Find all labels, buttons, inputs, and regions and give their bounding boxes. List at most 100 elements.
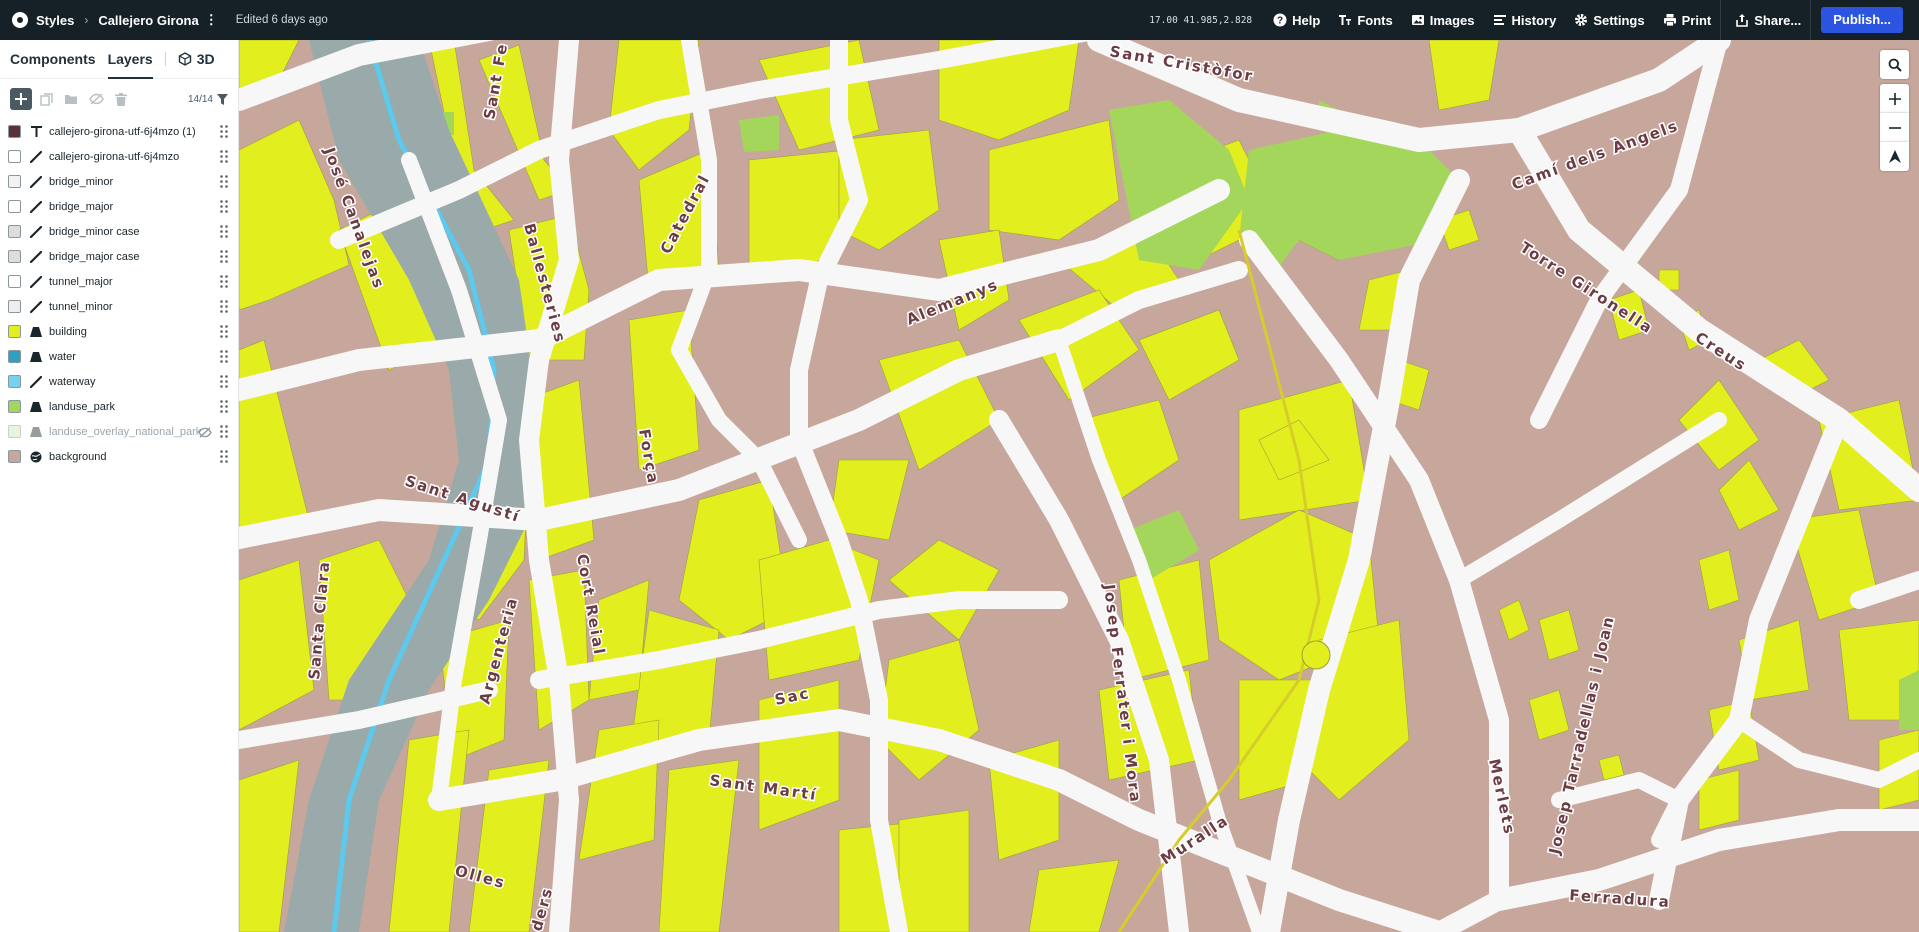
drag-handle-icon[interactable]: [220, 175, 228, 188]
history-label: History: [1511, 12, 1557, 28]
duplicate-layer-button[interactable]: [35, 88, 57, 110]
fill-layer-icon: [29, 350, 43, 364]
layer-row[interactable]: tunnel_major: [0, 269, 238, 294]
print-label: Print: [1681, 12, 1712, 28]
drag-handle-icon[interactable]: [220, 300, 228, 313]
cube-icon: [178, 52, 191, 66]
drag-handle-icon[interactable]: [220, 425, 228, 438]
plus-icon: [15, 93, 27, 105]
zoom-in-button[interactable]: [1880, 84, 1909, 113]
print-button[interactable]: Print: [1654, 0, 1721, 40]
help-button[interactable]: ? Help: [1264, 0, 1329, 40]
top-bar: Styles › Callejero Girona ⋮ Edited 6 day…: [0, 0, 1919, 40]
filter-icon[interactable]: [217, 93, 228, 105]
drag-handle-icon[interactable]: [220, 250, 228, 263]
publish-button[interactable]: Publish...: [1821, 7, 1903, 33]
layer-count-value: 14/14: [187, 93, 213, 105]
line-layer-icon: [29, 300, 43, 314]
tower-marker: [1301, 640, 1331, 670]
drag-handle-icon[interactable]: [220, 325, 228, 338]
drag-handle-icon[interactable]: [220, 350, 228, 363]
settings-button[interactable]: Settings: [1565, 0, 1653, 40]
line-layer-icon: [29, 175, 43, 189]
layer-row[interactable]: landuse_overlay_national_park: [0, 419, 238, 444]
layer-row[interactable]: background: [0, 444, 238, 469]
breadcrumb-style-name[interactable]: Callejero Girona: [98, 13, 198, 28]
share-icon: [1736, 14, 1749, 27]
layer-color-swatch[interactable]: [8, 250, 21, 263]
layer-color-swatch[interactable]: [8, 225, 21, 238]
layer-count: 14/14: [187, 93, 228, 105]
fonts-button[interactable]: Fonts: [1329, 0, 1401, 40]
share-button[interactable]: Share...: [1721, 0, 1810, 40]
layer-name: landuse_overlay_national_park: [49, 425, 202, 438]
drag-handle-icon[interactable]: [220, 400, 228, 413]
layer-row[interactable]: bridge_minor: [0, 169, 238, 194]
breadcrumb-styles[interactable]: Styles: [36, 13, 74, 28]
layer-color-swatch[interactable]: [8, 300, 21, 313]
layer-color-swatch[interactable]: [8, 375, 21, 388]
app-logo-icon[interactable]: [12, 12, 28, 28]
layer-color-swatch[interactable]: [8, 150, 21, 163]
layer-name: bridge_major: [49, 200, 114, 213]
layer-row[interactable]: bridge_major case: [0, 244, 238, 269]
zoom-out-button[interactable]: [1880, 113, 1909, 142]
tab-layers[interactable]: Layers: [107, 40, 153, 79]
images-button[interactable]: Images: [1402, 0, 1484, 40]
layer-row[interactable]: landuse_park: [0, 394, 238, 419]
tab-components[interactable]: Components: [10, 40, 96, 78]
layer-color-swatch[interactable]: [8, 275, 21, 288]
drag-handle-icon[interactable]: [220, 375, 228, 388]
layer-color-swatch[interactable]: [8, 325, 21, 338]
text-layer-icon: [29, 125, 43, 139]
layer-color-swatch[interactable]: [8, 125, 21, 138]
layer-row[interactable]: bridge_minor case: [0, 219, 238, 244]
delete-layer-button[interactable]: [110, 88, 132, 110]
fonts-icon: [1339, 15, 1352, 25]
layer-color-swatch[interactable]: [8, 450, 21, 463]
layer-color-swatch[interactable]: [8, 425, 21, 438]
map-canvas[interactable]: Sant Cristòfor Camí dels Àngels Torre Gi…: [239, 40, 1919, 932]
tab-3d[interactable]: 3D: [178, 40, 215, 78]
layer-color-swatch[interactable]: [8, 175, 21, 188]
group-layers-button[interactable]: [60, 88, 82, 110]
history-button[interactable]: History: [1484, 0, 1566, 40]
layer-color-swatch[interactable]: [8, 200, 21, 213]
drag-handle-icon[interactable]: [220, 225, 228, 238]
search-icon: [1888, 58, 1902, 72]
layer-row[interactable]: callejero-girona-utf-6j4mzo (1): [0, 119, 238, 144]
eye-off-icon: [88, 93, 104, 105]
layer-name: waterway: [49, 375, 96, 388]
layer-color-swatch[interactable]: [8, 400, 21, 413]
layer-toolbar: 14/14: [0, 79, 238, 119]
layer-row[interactable]: waterway: [0, 369, 238, 394]
eye-off-icon[interactable]: [198, 425, 212, 443]
compass-button[interactable]: [1880, 142, 1909, 171]
gear-icon: [1575, 14, 1588, 26]
layer-name: background: [49, 450, 107, 463]
layer-name: bridge_minor: [49, 175, 114, 188]
sidebar-tabs: Components Layers 3D: [0, 40, 238, 79]
map-search-button[interactable]: [1880, 50, 1909, 79]
more-options-icon[interactable]: ⋮: [205, 12, 218, 28]
drag-handle-icon[interactable]: [220, 150, 228, 163]
drag-handle-icon[interactable]: [220, 275, 228, 288]
drag-handle-icon[interactable]: [220, 125, 228, 138]
layer-row[interactable]: bridge_major: [0, 194, 238, 219]
hide-layer-button[interactable]: [85, 88, 107, 110]
layer-name: callejero-girona-utf-6j4mzo: [49, 150, 180, 163]
fill-layer-icon: [29, 425, 43, 439]
drag-handle-icon[interactable]: [220, 450, 228, 463]
layer-list: callejero-girona-utf-6j4mzo (1) callejero…: [0, 119, 238, 469]
layer-row[interactable]: tunnel_minor: [0, 294, 238, 319]
drag-handle-icon[interactable]: [220, 200, 228, 213]
line-layer-icon: [29, 375, 43, 389]
add-layer-button[interactable]: [10, 88, 32, 110]
folder-icon: [65, 95, 77, 104]
layer-row[interactable]: callejero-girona-utf-6j4mzo: [0, 144, 238, 169]
line-layer-icon: [29, 150, 43, 164]
layer-row[interactable]: water: [0, 344, 238, 369]
layer-color-swatch[interactable]: [8, 350, 21, 363]
layer-row[interactable]: building: [0, 319, 238, 344]
images-icon: [1411, 15, 1424, 25]
